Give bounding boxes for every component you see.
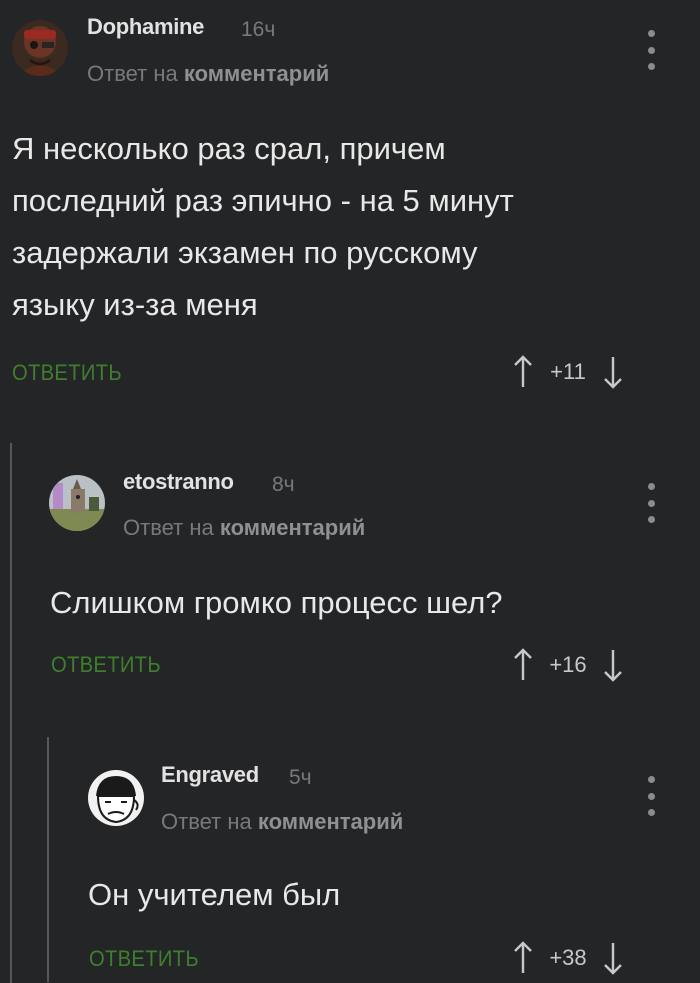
vote-widget: +16 (512, 645, 624, 685)
reply-to-prefix: Ответ на (87, 61, 178, 86)
reply-button[interactable]: ОТВЕТИТЬ (89, 946, 199, 972)
vote-widget: +11 (512, 352, 624, 392)
rating-value: +11 (550, 359, 586, 384)
rating-value: +38 (549, 945, 587, 970)
reply-to-link[interactable]: комментарий (220, 515, 365, 540)
upvote-arrow-icon[interactable] (512, 648, 534, 682)
comment-time: 16ч (241, 18, 276, 41)
author-name[interactable]: etostranno (123, 469, 234, 495)
reply-button[interactable]: ОТВЕТИТЬ (51, 652, 161, 678)
author-name[interactable]: Engraved (161, 762, 259, 788)
more-menu-icon[interactable] (644, 776, 658, 816)
upvote-arrow-icon[interactable] (512, 355, 534, 389)
downvote-arrow-icon[interactable] (602, 648, 624, 682)
thread-line-level-2 (47, 737, 49, 982)
rating-value: +16 (549, 652, 587, 677)
reply-to-link[interactable]: комментарий (258, 809, 403, 834)
downvote-arrow-icon[interactable] (602, 941, 624, 975)
more-menu-icon[interactable] (644, 483, 658, 523)
reply-to-line: Ответ на комментарий (87, 61, 329, 87)
comment-text: Слишком громко процесс шел? (50, 585, 503, 620)
more-menu-icon[interactable] (644, 30, 658, 70)
upvote-arrow-icon[interactable] (512, 941, 534, 975)
avatar-engraved-icon (88, 770, 144, 826)
reply-to-line: Ответ на комментарий (161, 809, 403, 835)
avatar[interactable] (12, 20, 68, 76)
avatar[interactable] (49, 475, 105, 531)
author-name[interactable]: Dophamine (87, 14, 204, 40)
vote-widget: +38 (512, 938, 624, 978)
reply-button[interactable]: ОТВЕТИТЬ (12, 360, 122, 386)
downvote-arrow-icon[interactable] (602, 355, 624, 389)
avatar-etostranno-icon (49, 475, 105, 531)
comment-text: Он учителем был (88, 877, 341, 912)
avatar[interactable] (88, 770, 144, 826)
reply-to-link[interactable]: комментарий (184, 61, 329, 86)
comment-time: 5ч (289, 766, 312, 789)
thread-line-level-1 (10, 443, 12, 983)
avatar-dophamine-icon (12, 20, 68, 76)
comment-text: Я несколько раз срал, причем последний р… (12, 131, 514, 322)
reply-to-prefix: Ответ на (123, 515, 214, 540)
reply-to-line: Ответ на комментарий (123, 515, 365, 541)
reply-to-prefix: Ответ на (161, 809, 252, 834)
comment-time: 8ч (272, 473, 295, 496)
